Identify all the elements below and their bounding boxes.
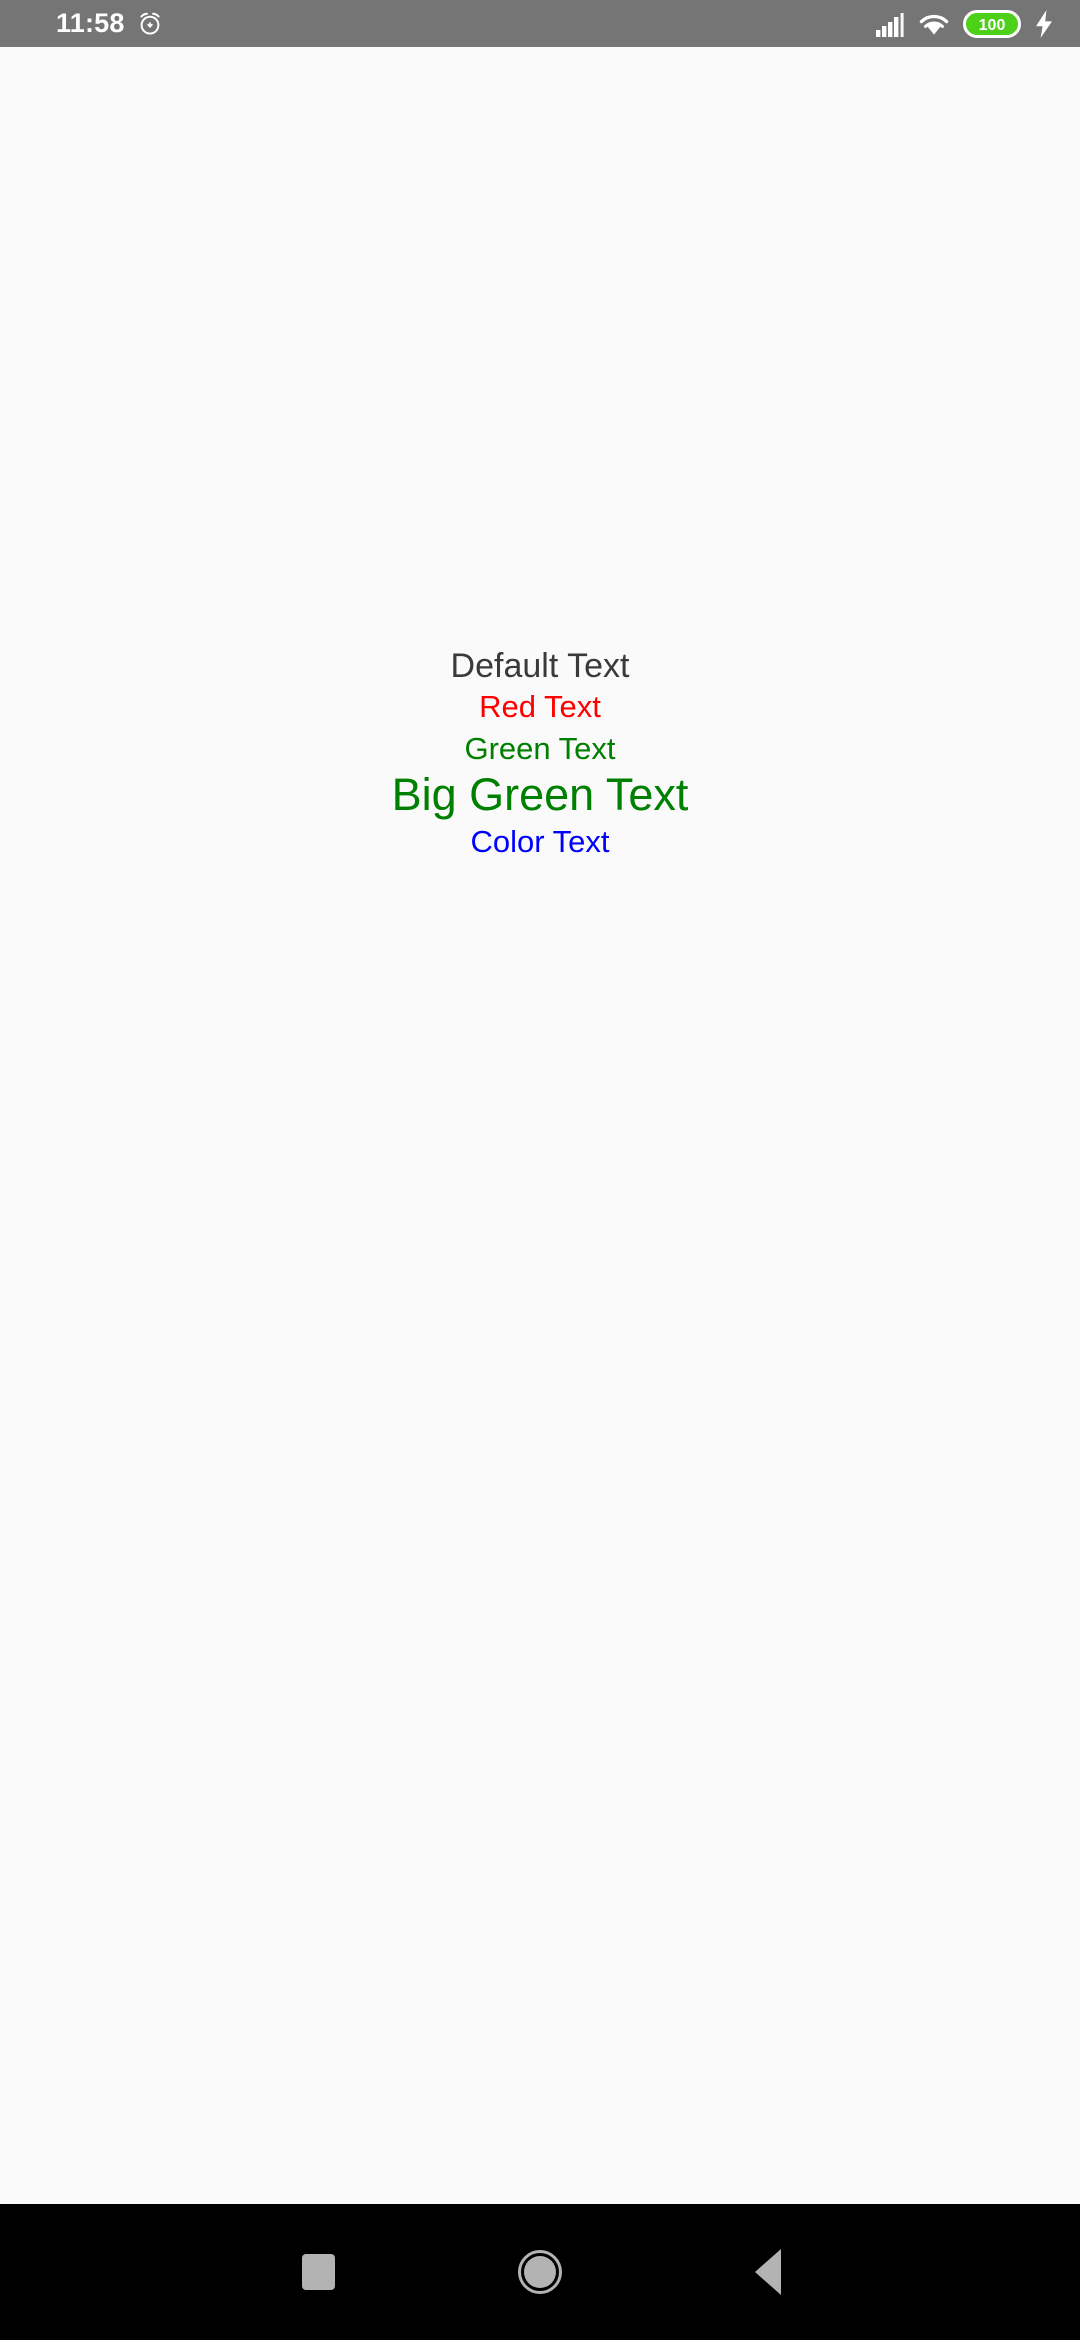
text-sample-list: Default Text Red Text Green Text Big Gre…	[0, 647, 1080, 859]
status-bar[interactable]: 11:58 100	[0, 0, 1080, 47]
alarm-icon	[136, 10, 164, 38]
nav-recents-button[interactable]	[228, 2204, 408, 2340]
cellular-signal-icon	[875, 10, 905, 38]
text-default: Default Text	[450, 647, 630, 685]
battery-level-label: 100	[979, 17, 1006, 34]
status-bar-left: 11:58	[56, 10, 164, 38]
battery-icon: 100	[963, 9, 1021, 39]
navigation-bar	[0, 2204, 1080, 2340]
text-green: Green Text	[464, 731, 616, 767]
charging-bolt-icon	[1034, 9, 1054, 39]
app-content-area: Default Text Red Text Green Text Big Gre…	[0, 47, 1080, 2204]
status-bar-right: 100	[875, 9, 1054, 39]
text-color-blue: Color Text	[470, 824, 610, 860]
triangle-left-icon	[755, 2249, 781, 2295]
text-big-green: Big Green Text	[391, 769, 689, 821]
wifi-icon	[918, 10, 950, 38]
status-bar-clock: 11:58	[56, 8, 125, 38]
square-icon	[301, 2254, 335, 2290]
nav-back-button[interactable]	[678, 2204, 858, 2340]
circle-icon	[518, 2250, 562, 2294]
text-red: Red Text	[479, 689, 601, 725]
phone-screen: 11:58 100 Default Text Red Text Green Te…	[0, 0, 1080, 2340]
nav-home-button[interactable]	[450, 2204, 630, 2340]
